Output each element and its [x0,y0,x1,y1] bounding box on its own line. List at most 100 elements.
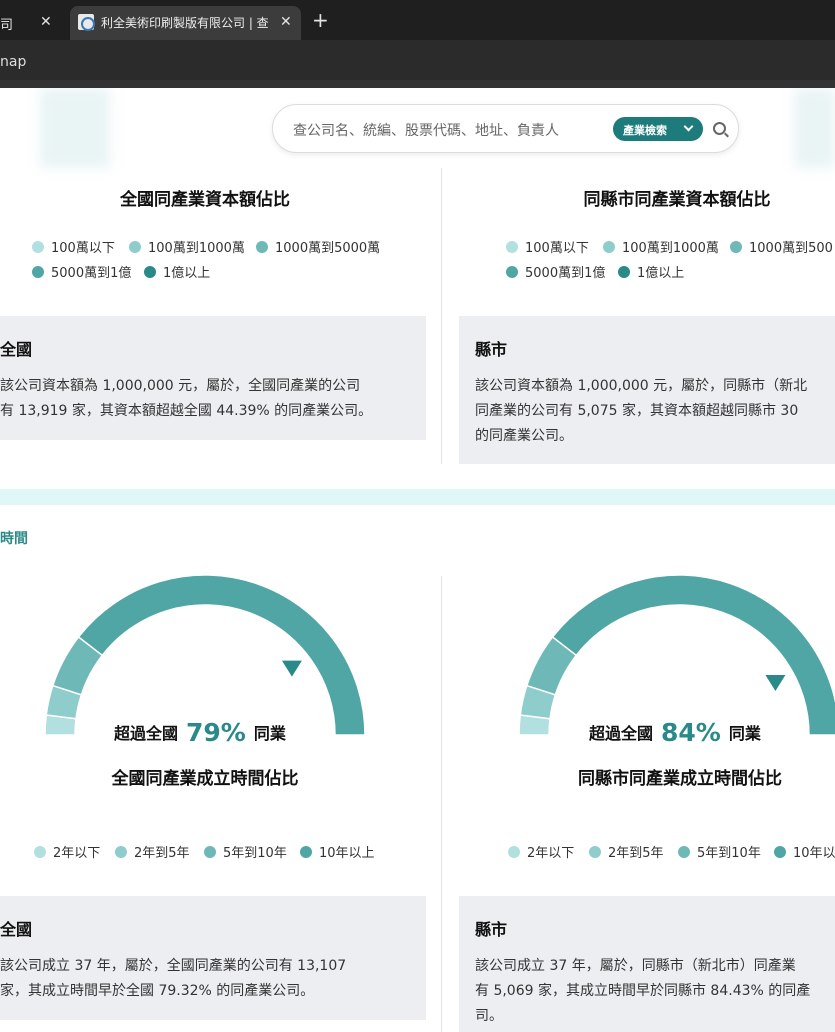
legend-label: 2年以下 [53,846,101,861]
search-bar[interactable]: 查公司名、統編、股票代碼、地址、負責人 產業檢索 [272,104,739,153]
legend-label: 1000萬到500 [749,241,833,256]
caption-prefix: 超過全國 [114,724,179,743]
legend-dot [618,266,630,278]
browser-tab-bar: 司 ✕ 利全美術印刷製版有限公司 | 查 ✕ + [0,0,835,40]
legend-item: 10年以 [774,842,835,861]
box-line: 該公司成立 37 年，屬於，全國同產業的公司有 13,107 [0,958,347,974]
caption-prefix: 超過全國 [589,724,654,743]
section-band [0,489,835,505]
legend-label: 1000萬到5000萬 [275,241,381,256]
favicon-icon [78,14,95,31]
gauge-segment [77,574,366,736]
tab-title: 利全美術印刷製版有限公司 | 查 [101,16,269,30]
box-line: 司。 [475,1008,503,1024]
browser-tab-inactive[interactable]: 司 ✕ [0,6,66,40]
box-line: 的同產業公司。 [475,428,573,444]
bookmarks-bar: nap [0,40,835,80]
page-content: 查公司名、統編、股票代碼、地址、負責人 產業檢索 全國同產業資本額佔比 同縣市同… [0,88,835,1032]
legend-label: 100萬到1000萬 [148,241,245,256]
section-label: 時間 [0,531,28,547]
legend-dot [603,241,615,253]
legend-item: 1000萬到5000萬 [256,237,380,256]
legend-label: 2年到5年 [134,846,190,861]
chrome-divider [0,80,835,88]
legend-dot [34,846,46,858]
caption-suffix: 同業 [728,724,761,743]
legend-item: 10年以上 [300,842,375,861]
legend-item: 5年到10年 [204,842,287,861]
box-heading: 全國 [0,340,33,359]
legend-item: 1000萬到500 [730,237,833,256]
legend-dot [32,266,44,278]
legend-item: 100萬以下 [32,237,115,256]
legend-item: 100萬到1000萬 [129,237,245,256]
legend-dot [32,241,44,253]
gauge-national [44,574,366,736]
chevron-down-icon [683,121,694,132]
close-icon[interactable]: ✕ [280,14,292,30]
legend-item: 100萬到1000萬 [603,237,719,256]
industry-search-button[interactable]: 產業檢索 [613,117,703,141]
legend-item: 5000萬到1億 [32,262,131,281]
box-line: 有 13,919 家，其資本額超越全國 44.39% 的同產業公司。 [0,403,373,419]
legend-item: 5年到10年 [678,842,761,861]
box-heading: 全國 [0,920,33,939]
new-tab-button[interactable]: + [312,8,329,32]
legend-label: 10年以 [793,846,835,861]
legend-item: 2年到5年 [589,842,664,861]
legend-label: 5年到10年 [223,846,287,861]
gauge-pointer [281,660,302,677]
legend-item: 1億以上 [618,262,684,281]
legend-label: 5000萬到1億 [525,266,606,281]
gauge-segment [551,574,835,736]
box-line: 該公司成立 37 年，屬於，同縣市（新北市）同產業 [475,958,796,974]
legend-item: 100萬以下 [506,237,589,256]
capital-national-box: 全國 該公司資本額為 1,000,000 元，屬於，全國同產業的公司 有 13,… [0,316,426,440]
box-line: 該公司資本額為 1,000,000 元，屬於，同縣市（新北 [475,378,808,394]
legend-item: 2年到5年 [115,842,190,861]
legend-dot [678,846,690,858]
founding-county-title: 同縣市同產業成立時間佔比 [578,769,782,789]
capital-county-title: 同縣市同產業資本額佔比 [583,190,771,210]
legend-dot [256,241,268,253]
legend-item: 2年以下 [34,842,100,861]
column-divider [441,576,442,1032]
legend-item: 2年以下 [508,842,574,861]
browser-tab-active[interactable]: 利全美術印刷製版有限公司 | 查 ✕ [70,6,301,40]
legend-dot [115,846,127,858]
box-text: 該公司資本額為 1,000,000 元，屬於，同縣市（新北 同產業的公司有 5,… [475,374,807,449]
legend-dot [730,241,742,253]
legend-dot [300,846,312,858]
industry-search-label: 產業檢索 [623,124,667,137]
search-icon[interactable] [713,122,726,135]
legend-label: 1億以上 [163,266,211,281]
founding-county-box: 縣市 該公司成立 37 年，屬於，同縣市（新北市）同產業 有 5,069 家，其… [459,896,835,1032]
box-line: 家，其成立時間早於全國 79.32% 的同產業公司。 [0,983,315,999]
legend-label: 5000萬到1億 [51,266,132,281]
capital-national-title: 全國同產業資本額佔比 [120,190,290,210]
capital-county-box: 縣市 該公司資本額為 1,000,000 元，屬於，同縣市（新北 同產業的公司有… [459,316,835,464]
box-line: 同產業的公司有 5,075 家，其資本額超越同縣市 30 [475,403,799,419]
gauge-national-caption: 超過全國 79% 同業 [114,718,286,747]
founding-national-box: 全國 該公司成立 37 年，屬於，全國同產業的公司有 13,107 家，其成立時… [0,896,426,1020]
legend-dot [129,241,141,253]
legend-label: 1億以上 [637,266,685,281]
gauge-percent: 79% [186,718,246,747]
legend-label: 100萬以下 [51,241,115,256]
gauge-percent: 84% [661,718,721,747]
gauge-county [518,574,835,736]
legend-label: 100萬以下 [525,241,589,256]
legend-dot [506,266,518,278]
box-heading: 縣市 [475,340,508,359]
close-icon[interactable]: ✕ [40,14,52,30]
gauge-county-caption: 超過全國 84% 同業 [589,718,761,747]
search-input[interactable]: 查公司名、統編、股票代碼、地址、負責人 [293,120,559,140]
legend-label: 2年以下 [527,846,575,861]
legend-item: 5000萬到1億 [506,262,605,281]
legend-label: 2年到5年 [608,846,664,861]
box-heading: 縣市 [475,920,508,939]
legend-dot [506,241,518,253]
legend-dot [508,846,520,858]
bookmark-item[interactable]: nap [0,54,26,70]
legend-label: 100萬到1000萬 [622,241,719,256]
